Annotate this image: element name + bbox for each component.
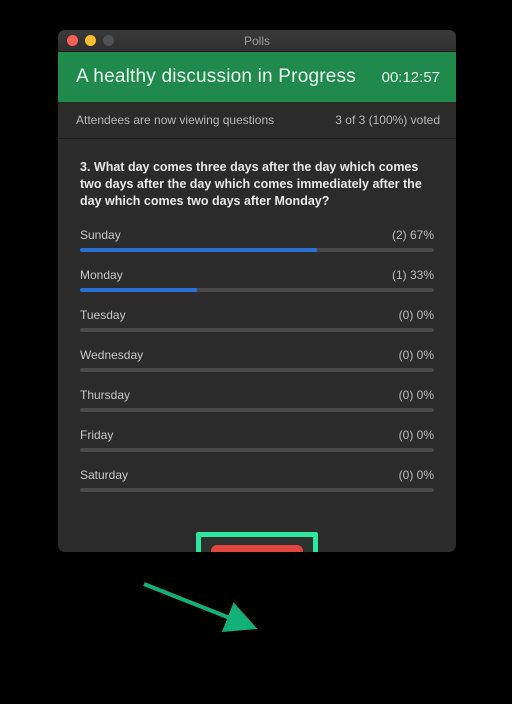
option-bar: [80, 488, 434, 492]
status-bar: Attendees are now viewing questions 3 of…: [58, 102, 456, 139]
poll-option: Sunday (2) 67%: [80, 228, 434, 252]
option-bar: [80, 328, 434, 332]
footer: End Poll: [58, 532, 456, 552]
option-label: Friday: [80, 428, 113, 442]
status-right: 3 of 3 (100%) voted: [335, 113, 440, 127]
annotation-highlight: End Poll: [196, 532, 318, 552]
option-bar: [80, 288, 434, 292]
option-bar-fill: [80, 248, 317, 252]
option-label: Sunday: [80, 228, 121, 242]
option-stats: (2) 67%: [392, 228, 434, 242]
poll-option: Thursday (0) 0%: [80, 388, 434, 412]
poll-option: Monday (1) 33%: [80, 268, 434, 292]
option-bar: [80, 408, 434, 412]
annotation-arrow-icon: [140, 580, 270, 640]
end-poll-button[interactable]: End Poll: [211, 545, 303, 552]
status-left: Attendees are now viewing questions: [76, 113, 274, 127]
polls-window: Polls A healthy discussion in Progress 0…: [58, 30, 456, 552]
option-bar: [80, 368, 434, 372]
poll-question: 3. What day comes three days after the d…: [80, 159, 434, 210]
option-label: Monday: [80, 268, 123, 282]
options-list: Sunday(2) 67%Monday(1) 33%Tuesday(0) 0%W…: [80, 228, 434, 492]
poll-title: A healthy discussion in Progress: [76, 66, 356, 88]
titlebar: Polls: [58, 30, 456, 52]
option-label: Wednesday: [80, 348, 143, 362]
option-stats: (0) 0%: [399, 348, 434, 362]
maximize-icon: [103, 35, 114, 46]
option-stats: (0) 0%: [399, 388, 434, 402]
option-stats: (0) 0%: [399, 468, 434, 482]
option-label: Tuesday: [80, 308, 126, 322]
window-title: Polls: [58, 34, 456, 48]
poll-option: Wednesday (0) 0%: [80, 348, 434, 372]
poll-option: Saturday (0) 0%: [80, 468, 434, 492]
close-icon[interactable]: [67, 35, 78, 46]
poll-timer: 00:12:57: [382, 69, 440, 86]
option-stats: (1) 33%: [392, 268, 434, 282]
option-label: Thursday: [80, 388, 130, 402]
poll-option: Friday (0) 0%: [80, 428, 434, 452]
option-bar: [80, 248, 434, 252]
poll-content: 3. What day comes three days after the d…: [58, 139, 456, 532]
option-bar-fill: [80, 288, 197, 292]
option-stats: (0) 0%: [399, 428, 434, 442]
poll-option: Tuesday (0) 0%: [80, 308, 434, 332]
poll-banner: A healthy discussion in Progress 00:12:5…: [58, 52, 456, 102]
option-bar: [80, 448, 434, 452]
window-controls: [58, 35, 114, 46]
option-stats: (0) 0%: [399, 308, 434, 322]
question-number: 3.: [80, 160, 90, 174]
minimize-icon[interactable]: [85, 35, 96, 46]
question-text: What day comes three days after the day …: [80, 160, 422, 208]
option-label: Saturday: [80, 468, 128, 482]
